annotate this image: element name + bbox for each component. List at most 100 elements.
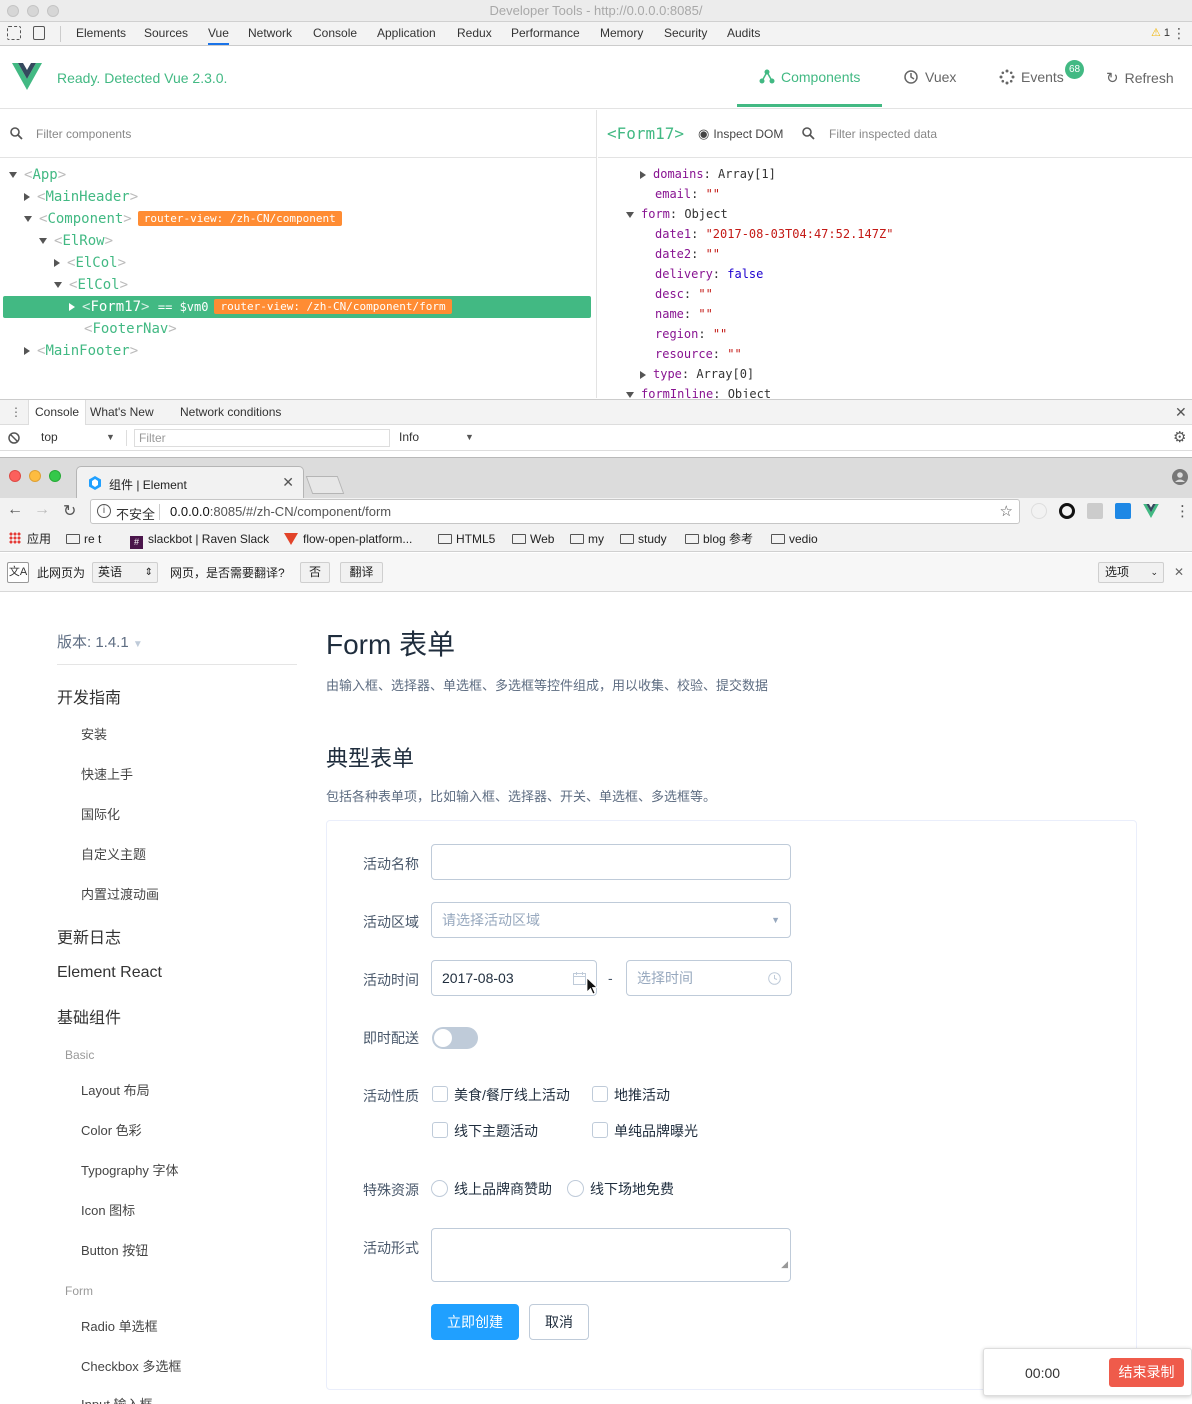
expand-arrow-icon[interactable] xyxy=(39,238,47,244)
more-options-icon[interactable]: ⋮ xyxy=(1172,22,1186,45)
chrome-menu-icon[interactable]: ⋮ xyxy=(1175,502,1190,520)
version-select[interactable]: 版本: 1.4.1 ▼ xyxy=(57,631,143,652)
browser-tab-active[interactable]: 组件 | Element ✕ xyxy=(76,466,304,499)
checkbox-brand-exposure[interactable] xyxy=(592,1122,608,1138)
activity-desc-textarea[interactable]: ◢ xyxy=(431,1228,791,1282)
date-picker-input[interactable]: 2017-08-03 xyxy=(431,960,597,996)
drawer-tab-network-conditions[interactable]: Network conditions xyxy=(180,400,281,425)
tree-node-footernav[interactable]: <FooterNav> xyxy=(84,318,177,340)
data-row-region[interactable]: region: "" xyxy=(655,324,727,344)
tree-node-form17[interactable]: <Form17> == $vm0 router-view: /zh-CN/comp… xyxy=(69,296,452,318)
data-row-type[interactable]: type: Array[0] xyxy=(640,364,754,384)
data-row-email[interactable]: email: "" xyxy=(655,184,720,204)
region-select[interactable]: 请选择活动区域 ▼ xyxy=(431,902,791,938)
tab-redux[interactable]: Redux xyxy=(457,22,492,45)
bookmark-vedio[interactable]: vedio xyxy=(771,526,818,552)
inspector-filter-input[interactable]: Filter inspected data xyxy=(829,127,937,141)
tab-application[interactable]: Application xyxy=(377,22,436,45)
collapse-arrow-icon[interactable] xyxy=(69,303,75,311)
data-row-name[interactable]: name: "" xyxy=(655,304,713,324)
sidebar-item-basic-components[interactable]: 基础组件 xyxy=(57,1004,121,1028)
sidebar-item-icon[interactable]: Icon 图标 xyxy=(81,1200,135,1219)
gear-icon[interactable]: ⚙ xyxy=(1173,425,1186,450)
extension-grid-icon[interactable] xyxy=(1087,503,1103,519)
close-tab-icon[interactable]: ✕ xyxy=(282,474,294,491)
expand-arrow-icon[interactable] xyxy=(626,391,634,398)
tree-node-app[interactable]: <App> xyxy=(9,164,66,186)
data-row-resource[interactable]: resource: "" xyxy=(655,344,742,364)
activity-name-input[interactable] xyxy=(431,844,791,880)
data-row-forminline[interactable]: formInline: Object xyxy=(626,384,771,398)
tab-elements[interactable]: Elements xyxy=(76,22,126,45)
checkbox-online-food[interactable] xyxy=(432,1086,448,1102)
sidebar-item-radio[interactable]: Radio 单选框 xyxy=(81,1316,158,1335)
vue-devtools-extension-icon[interactable] xyxy=(1143,504,1159,518)
tab-vue[interactable]: Vue xyxy=(208,22,229,45)
data-row-domains[interactable]: domains: Array[1] xyxy=(640,164,776,184)
drawer-tab-console[interactable]: Console xyxy=(28,400,87,425)
tab-performance[interactable]: Performance xyxy=(511,22,580,45)
bookmark-star-icon[interactable]: ☆ xyxy=(1000,502,1013,520)
extension-circle-icon[interactable] xyxy=(1059,503,1075,519)
sidebar-item-element-react[interactable]: Element React xyxy=(57,964,162,982)
address-bar[interactable]: i 不安全 0.0.0.0:8085/#/zh-CN/component/for… xyxy=(90,499,1020,524)
minimize-window-button[interactable] xyxy=(29,470,41,482)
sidebar-item-transition[interactable]: 内置过渡动画 xyxy=(81,884,159,903)
submit-button[interactable]: 立即创建 xyxy=(431,1304,519,1340)
sidebar-item-layout[interactable]: Layout 布局 xyxy=(81,1080,150,1099)
tree-node-component[interactable]: <Component> router-view: /zh-CN/component xyxy=(24,208,342,230)
sidebar-item-i18n[interactable]: 国际化 xyxy=(81,804,120,823)
zoom-window-button[interactable] xyxy=(47,5,59,17)
tab-sources[interactable]: Sources xyxy=(144,22,188,45)
collapse-arrow-icon[interactable] xyxy=(24,193,30,201)
tab-audits[interactable]: Audits xyxy=(727,22,760,45)
tree-node-elrow[interactable]: <ElRow> xyxy=(39,230,113,252)
translate-yes-button[interactable]: 翻译 xyxy=(340,562,383,583)
bookmark-blog[interactable]: blog 参考 xyxy=(685,526,753,552)
log-level-select[interactable]: Info xyxy=(399,425,419,450)
radio-online-sponsor[interactable] xyxy=(431,1180,448,1197)
inspect-dom-button[interactable]: ◉ Inspect DOM xyxy=(698,126,783,142)
bookmark-study[interactable]: study xyxy=(620,526,667,552)
minimize-window-button[interactable] xyxy=(27,5,39,17)
tab-vuex[interactable]: Vuex xyxy=(903,69,956,85)
close-translate-icon[interactable]: ✕ xyxy=(1174,565,1184,579)
tab-memory[interactable]: Memory xyxy=(600,22,643,45)
component-filter[interactable]: Filter components xyxy=(0,110,596,158)
bookmark-slackbot[interactable]: # slackbot | Raven Slack xyxy=(130,526,269,552)
sidebar-item-typography[interactable]: Typography 字体 xyxy=(81,1160,179,1179)
inspect-element-icon[interactable] xyxy=(7,26,21,40)
tab-components[interactable]: Components xyxy=(759,69,860,85)
expand-arrow-icon[interactable] xyxy=(626,211,634,218)
expand-arrow-icon[interactable] xyxy=(9,172,17,178)
device-toolbar-icon[interactable] xyxy=(33,26,45,40)
collapse-arrow-icon[interactable] xyxy=(54,259,60,267)
checkbox-offline-theme[interactable] xyxy=(432,1122,448,1138)
tab-security[interactable]: Security xyxy=(664,22,707,45)
tree-node-elcol[interactable]: <ElCol> xyxy=(54,252,126,274)
drawer-tab-whats-new[interactable]: What's New xyxy=(90,400,154,425)
extension-download-icon[interactable] xyxy=(1115,503,1131,519)
info-icon[interactable]: i xyxy=(97,504,111,518)
refresh-button[interactable]: ↻ Refresh xyxy=(1106,69,1174,87)
collapse-arrow-icon[interactable] xyxy=(640,170,646,179)
tree-node-mainfooter[interactable]: <MainFooter> xyxy=(24,340,138,362)
time-picker-input[interactable]: 选择时间 xyxy=(626,960,792,996)
forward-arrow-icon[interactable]: → xyxy=(34,501,50,519)
warning-counter[interactable]: ⚠ 1 xyxy=(1151,22,1170,45)
reload-icon[interactable]: ↻ xyxy=(63,501,76,521)
data-row-date2[interactable]: date2: "" xyxy=(655,244,720,264)
stop-recording-button[interactable]: 结束录制 xyxy=(1109,1358,1184,1387)
sidebar-item-color[interactable]: Color 色彩 xyxy=(81,1120,142,1139)
collapse-arrow-icon[interactable] xyxy=(24,347,30,355)
translate-no-button[interactable]: 否 xyxy=(300,562,330,583)
cancel-button[interactable]: 取消 xyxy=(529,1304,589,1340)
sidebar-item-input[interactable]: Input 输入框 xyxy=(81,1394,153,1404)
resize-handle-icon[interactable]: ◢ xyxy=(781,1247,788,1281)
bookmark-html5[interactable]: HTML5 xyxy=(438,526,495,552)
tab-console[interactable]: Console xyxy=(313,22,357,45)
extension-icon[interactable] xyxy=(1031,503,1047,519)
bookmark-flow-open-platform[interactable]: flow-open-platform... xyxy=(284,526,412,552)
data-row-form[interactable]: form: Object xyxy=(626,204,728,224)
sidebar-item-guide[interactable]: 开发指南 xyxy=(57,684,121,708)
